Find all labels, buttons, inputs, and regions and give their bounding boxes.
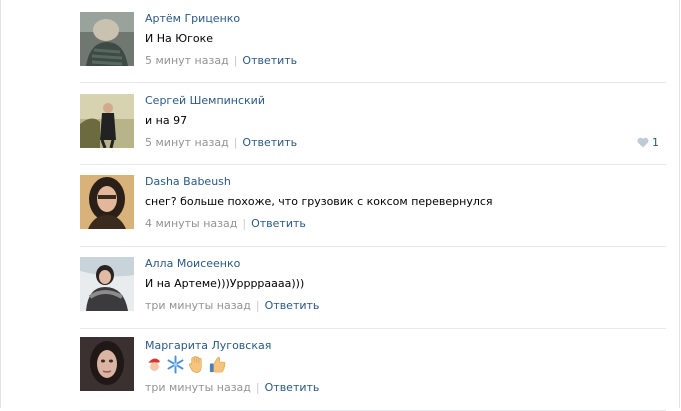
separator: | bbox=[242, 217, 247, 230]
separator: | bbox=[255, 381, 260, 394]
avatar[interactable] bbox=[80, 257, 134, 311]
comment-author[interactable]: Алла Моисеенко bbox=[145, 257, 240, 270]
comment-item: Алла Моисеенко И на Артеме)))Урррраааа))… bbox=[80, 246, 666, 329]
right-border bbox=[679, 0, 680, 408]
comment-text: И На Югоке bbox=[145, 32, 214, 45]
avatar[interactable] bbox=[80, 94, 134, 148]
comment-author[interactable]: Сергей Шемпинский bbox=[145, 94, 265, 107]
comment-emoji-row bbox=[145, 355, 227, 374]
comment-meta: 5 минут назад | Ответить bbox=[145, 136, 297, 149]
reply-button[interactable]: Ответить bbox=[242, 136, 297, 149]
like-count: 1 bbox=[652, 136, 659, 149]
reply-button[interactable]: Ответить bbox=[265, 381, 320, 394]
comment-time[interactable]: три минуты назад bbox=[145, 381, 251, 394]
comment-author[interactable]: Артём Гриценко bbox=[145, 12, 240, 25]
comment-author[interactable]: Маргарита Луговская bbox=[145, 339, 271, 352]
comment-text: снег? больше похоже, что грузовик с кокс… bbox=[145, 195, 493, 208]
comment-item: Артём Гриценко И На Югоке 5 минут назад |… bbox=[80, 0, 666, 83]
comment-text: И на Артеме)))Урррраааа))) bbox=[145, 277, 305, 290]
comment-meta: 4 минуты назад | Ответить bbox=[145, 217, 306, 230]
snowflake-emoji bbox=[167, 355, 184, 374]
thumbs-up-emoji bbox=[209, 356, 226, 373]
reply-button[interactable]: Ответить bbox=[251, 217, 306, 230]
comment-time[interactable]: 5 минут назад bbox=[145, 136, 229, 149]
comment-item: Dasha Babeush снег? больше похоже, что г… bbox=[80, 164, 666, 247]
comment-time[interactable]: 4 минуты назад bbox=[145, 217, 237, 230]
like-button[interactable]: 1 bbox=[637, 136, 659, 149]
comment-meta: три минуты назад | Ответить bbox=[145, 381, 319, 394]
avatar[interactable] bbox=[80, 175, 134, 229]
comment-time[interactable]: три минуты назад bbox=[145, 299, 251, 312]
avatar-photo bbox=[80, 337, 134, 391]
avatar-photo bbox=[80, 94, 134, 148]
reply-button[interactable]: Ответить bbox=[265, 299, 320, 312]
reply-button[interactable]: Ответить bbox=[242, 54, 297, 67]
avatar[interactable] bbox=[80, 337, 134, 391]
comment-item: Сергей Шемпинский и на 97 5 минут назад |… bbox=[80, 82, 666, 165]
comment-text: и на 97 bbox=[145, 114, 188, 127]
separator: | bbox=[255, 299, 260, 312]
comment-item: Маргарита Луговская три минуты назад | Отв… bbox=[80, 328, 666, 411]
comment-meta: 5 минут назад | Ответить bbox=[145, 54, 297, 67]
avatar[interactable] bbox=[80, 12, 134, 66]
heart-icon bbox=[637, 137, 649, 148]
comment-author[interactable]: Dasha Babeush bbox=[145, 175, 231, 188]
santa-emoji bbox=[147, 358, 164, 372]
comment-meta: три минуты назад | Ответить bbox=[145, 299, 319, 312]
separator: | bbox=[233, 136, 238, 149]
avatar-photo bbox=[80, 257, 134, 311]
comment-time[interactable]: 5 минут назад bbox=[145, 54, 229, 67]
left-border bbox=[0, 0, 1, 408]
separator: | bbox=[233, 54, 238, 67]
avatar-photo bbox=[80, 12, 134, 66]
avatar-photo bbox=[80, 175, 134, 229]
raised-hand-emoji bbox=[189, 356, 202, 373]
